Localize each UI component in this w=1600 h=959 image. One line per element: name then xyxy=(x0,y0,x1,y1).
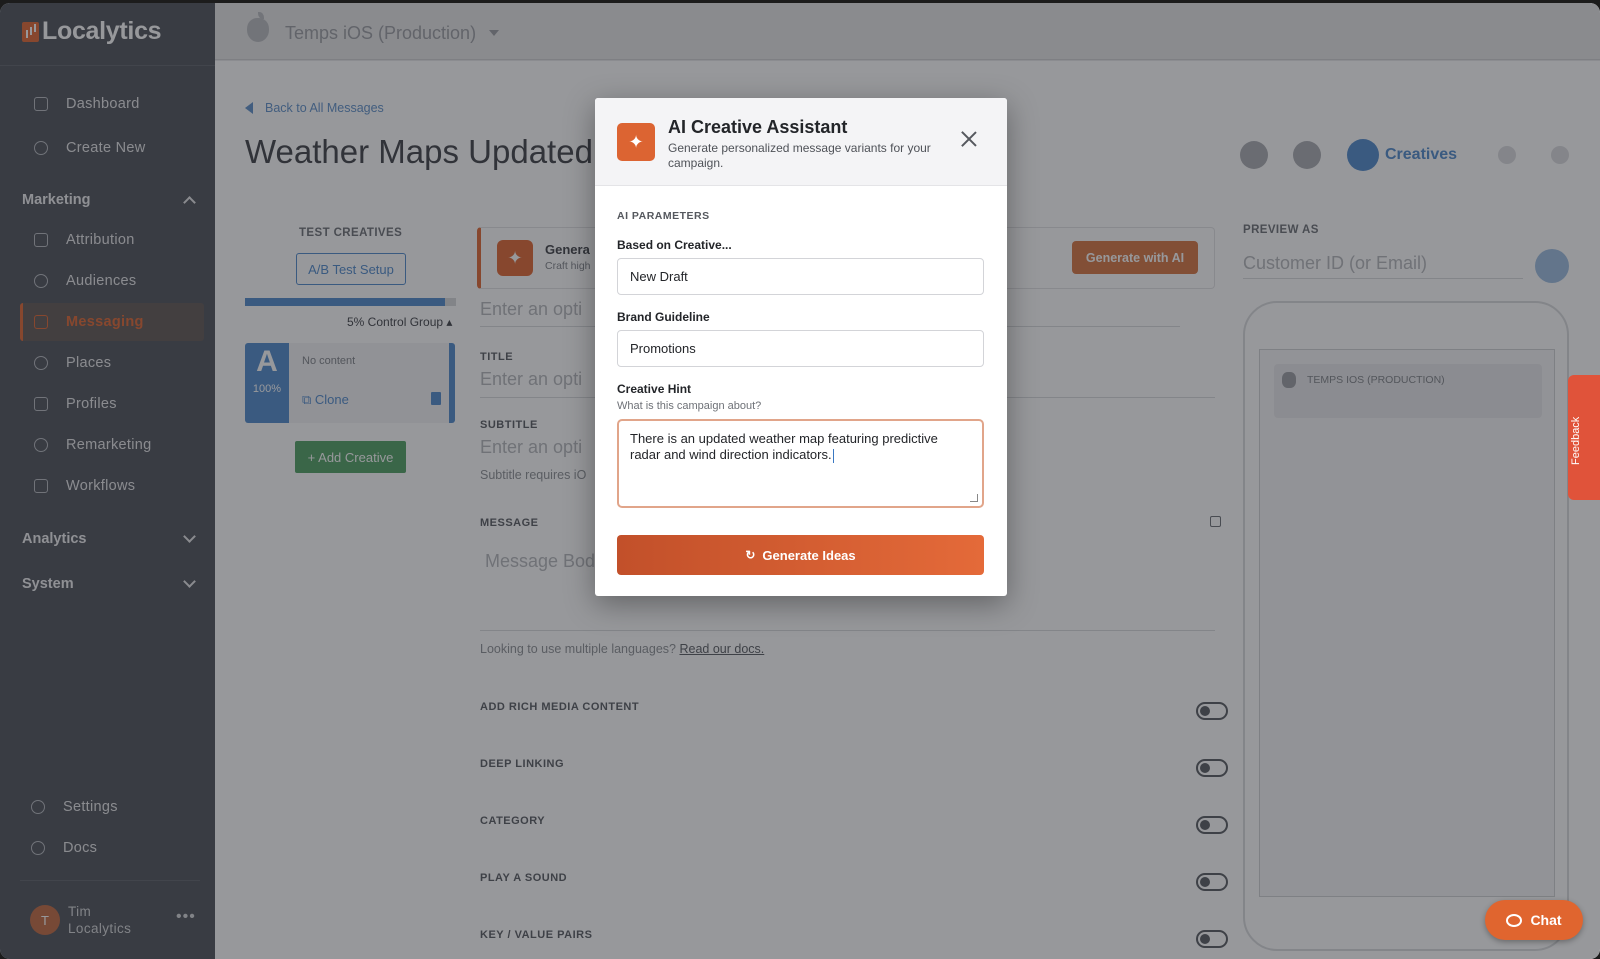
brand-guideline-label: Brand Guideline xyxy=(617,310,710,324)
app-window: Localytics Dashboard Create New Marketin… xyxy=(0,3,1600,959)
text-cursor xyxy=(832,448,835,463)
feedback-tab[interactable]: Feedback xyxy=(1568,375,1600,500)
modal-subtitle: Generate personalized message variants f… xyxy=(668,141,931,170)
ai-parameters-heading: AI PARAMETERS xyxy=(617,210,710,222)
based-on-label: Based on Creative... xyxy=(617,238,732,252)
modal-title: AI Creative Assistant xyxy=(668,117,848,137)
chat-bubble-icon xyxy=(1506,913,1523,927)
ai-creative-assistant-modal: ✦ AI Creative Assistant Generate persona… xyxy=(595,98,1007,596)
resize-handle[interactable] xyxy=(970,494,978,502)
generate-ideas-button[interactable]: ↻ Generate Ideas xyxy=(617,535,984,575)
based-on-creative-select[interactable]: New Draft xyxy=(617,258,984,295)
creative-hint-help: What is this campaign about? xyxy=(617,400,762,412)
modal-header: ✦ AI Creative Assistant Generate persona… xyxy=(595,98,1007,186)
creative-hint-textarea[interactable]: There is an updated weather map featurin… xyxy=(617,419,984,508)
creative-hint-label: Creative Hint xyxy=(617,382,692,396)
refresh-icon: ↻ xyxy=(745,548,756,562)
sparkle-icon: ✦ xyxy=(617,123,655,161)
close-icon[interactable] xyxy=(961,131,977,147)
brand-guideline-select[interactable]: Promotions xyxy=(617,330,984,367)
chat-button[interactable]: Chat xyxy=(1485,900,1583,940)
